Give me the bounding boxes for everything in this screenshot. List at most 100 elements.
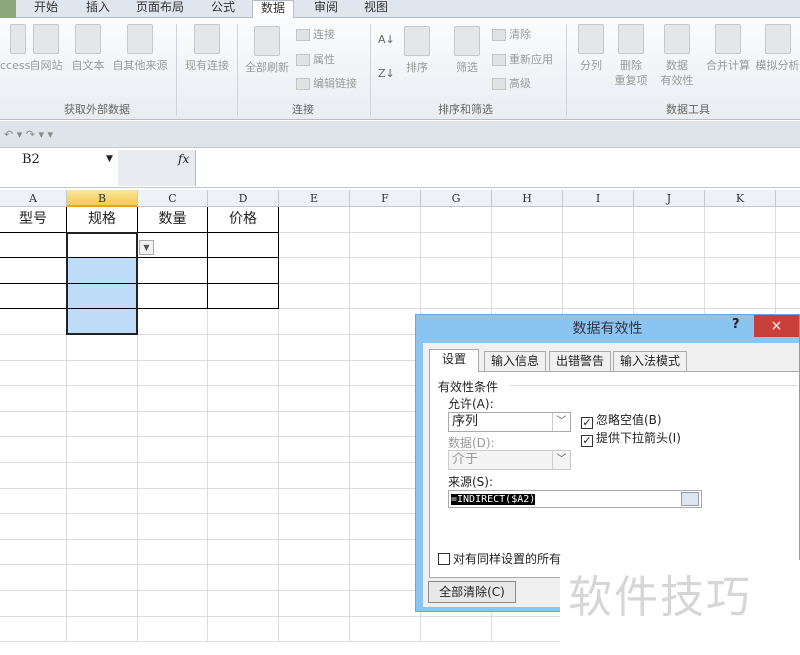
cell[interactable] [208,616,279,643]
cell[interactable] [350,539,421,566]
cell[interactable] [634,258,705,284]
cell[interactable] [138,539,208,566]
tab-input-message[interactable]: 输入信息 [484,351,547,371]
cell[interactable] [0,565,67,591]
cell[interactable] [138,565,208,591]
cell[interactable] [0,591,67,617]
cell[interactable] [634,232,705,259]
sort-asc-button[interactable]: A↓ [378,32,395,47]
cell[interactable] [0,309,67,335]
cell[interactable] [138,591,208,617]
clear-all-button[interactable]: 全部清除(C) [428,581,516,603]
cell[interactable] [0,463,67,489]
cell[interactable] [563,207,634,233]
text-to-columns-button[interactable]: 分列 [574,24,608,73]
cell[interactable] [0,360,67,387]
cell[interactable] [350,616,421,643]
cell[interactable] [279,360,350,387]
cell[interactable] [350,335,421,361]
cell[interactable] [776,258,800,284]
cell[interactable] [421,283,492,310]
cell[interactable] [421,207,492,233]
cell[interactable] [67,591,138,617]
cell[interactable] [705,232,776,259]
cell[interactable] [0,283,67,310]
properties-button[interactable]: 属性 [296,52,335,67]
cell[interactable] [0,232,67,259]
tab-view[interactable]: 视图 [364,0,388,18]
cell[interactable] [279,488,350,515]
source-input[interactable]: =INDIRECT($A2) [448,490,702,508]
sort-desc-button[interactable]: Z↓ [378,66,395,81]
cell[interactable] [0,258,67,284]
cell[interactable] [421,258,492,284]
cell[interactable] [67,360,138,387]
cell[interactable] [279,309,350,335]
column-header-E[interactable]: E [279,190,350,207]
cell[interactable] [0,437,67,463]
cell[interactable] [279,283,350,310]
tab-home[interactable]: 开始 [34,0,58,18]
cell[interactable] [0,411,67,438]
cell[interactable] [138,360,208,387]
cell[interactable] [208,386,279,412]
cell[interactable] [492,258,563,284]
cell[interactable] [138,463,208,489]
cell[interactable] [279,591,350,617]
apply-all-checkbox[interactable]: 对有同样设置的所有 [438,552,561,566]
cell[interactable] [705,283,776,310]
cell[interactable] [138,411,208,438]
cell[interactable] [279,539,350,566]
tab-page-layout[interactable]: 页面布局 [136,0,184,18]
collapse-dialog-icon[interactable] [681,492,699,506]
data-validation-button[interactable]: 数据 有效性 [654,24,700,88]
cell[interactable] [0,335,67,361]
cell[interactable] [776,233,800,259]
cell[interactable] [208,437,279,463]
cell[interactable] [67,514,138,540]
cell[interactable] [421,232,492,259]
from-access-button[interactable]: ccess [0,24,30,73]
cell[interactable] [138,514,208,540]
tab-data[interactable]: 数据 [252,0,295,19]
column-header-B[interactable]: B [67,190,138,207]
connections-button[interactable]: 连接 [296,27,335,42]
cell[interactable] [421,616,492,643]
column-header-F[interactable]: F [350,190,421,207]
column-header-C[interactable]: C [138,190,208,207]
cell[interactable] [350,360,421,387]
cell[interactable] [138,437,208,463]
cell[interactable] [67,488,138,515]
cell[interactable] [67,565,138,591]
allow-select[interactable]: 序列 ﹀ [448,412,571,432]
cell[interactable] [208,565,279,591]
from-text-button[interactable]: 自文本 [68,24,108,73]
header-cell[interactable]: 数量 [138,207,208,233]
tab-error-alert[interactable]: 出错警告 [549,351,612,371]
cell[interactable] [67,616,138,643]
cell[interactable] [705,207,776,233]
cell[interactable] [563,258,634,284]
column-header-partial[interactable] [776,190,800,207]
filter-button[interactable]: 筛选 [452,26,482,75]
cell[interactable] [350,488,421,515]
cell[interactable] [279,437,350,463]
cell[interactable] [138,488,208,515]
what-if-button[interactable]: 模拟分析 [755,24,800,73]
cell[interactable] [67,411,138,438]
from-web-button[interactable]: 自网站 [26,24,66,73]
cell[interactable] [138,309,208,335]
cell[interactable] [0,488,67,515]
edit-links-button[interactable]: 编辑链接 [296,76,357,91]
cell[interactable] [67,386,138,412]
cell[interactable] [138,283,208,310]
tab-review[interactable]: 审阅 [314,0,338,18]
cell[interactable] [208,514,279,540]
clear-filter-button[interactable]: 清除 [492,27,531,42]
cell[interactable] [350,411,421,438]
column-header-I[interactable]: I [563,190,634,207]
cell[interactable] [350,463,421,489]
column-header-K[interactable]: K [705,190,776,207]
cell[interactable] [0,539,67,566]
cell[interactable] [350,565,421,591]
